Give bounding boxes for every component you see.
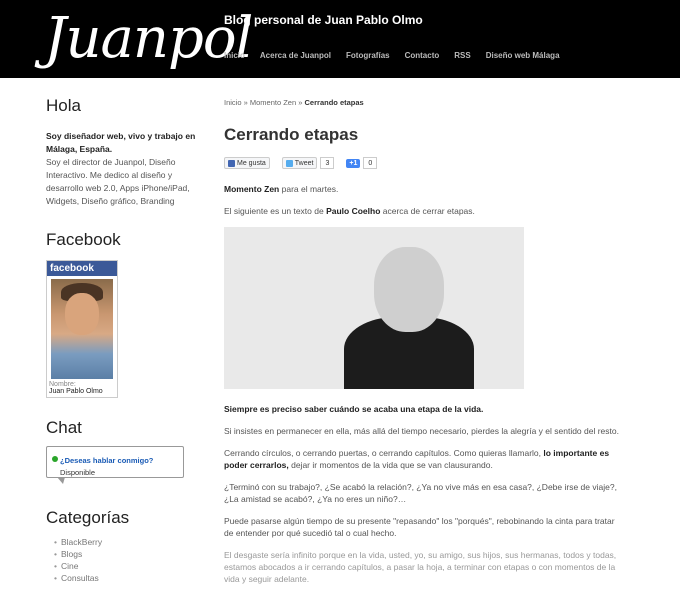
category-item[interactable]: Consultas — [54, 572, 196, 584]
fb-name-value[interactable]: Juan Pablo Olmo — [47, 388, 117, 397]
facebook-badge-header: facebook — [47, 261, 117, 276]
author-name: Paulo Coelho — [326, 206, 381, 216]
nav-inicio[interactable]: Inicio — [224, 51, 245, 60]
intro-text: Soy el director de Juanpol, Diseño Inter… — [46, 157, 190, 206]
categorias-heading: Categorías — [46, 508, 130, 527]
breadcrumb-category[interactable]: Momento Zen — [250, 98, 296, 107]
main-nav: Inicio Acerca de Juanpol Fotografías Con… — [224, 51, 575, 60]
breadcrumb-current: Cerrando etapas — [304, 98, 364, 107]
chat-bubble-tail — [57, 477, 65, 484]
plus-one-button[interactable]: +1 — [346, 158, 361, 168]
facebook-heading: Facebook — [46, 230, 121, 249]
like-label: Me gusta — [237, 159, 266, 167]
category-item[interactable]: BlackBerry — [54, 536, 196, 548]
tweet-label: Tweet — [294, 159, 314, 167]
tweet-group: Tweet 3 — [281, 157, 335, 169]
category-item[interactable]: Cine — [54, 560, 196, 572]
chat-heading: Chat — [46, 418, 82, 437]
tweet-count: 3 — [320, 157, 335, 169]
breadcrumb-home[interactable]: Inicio — [224, 98, 242, 107]
chat-widget[interactable]: ¿Deseas hablar conmigo? Disponible — [46, 446, 184, 484]
profile-face — [65, 293, 99, 335]
category-item[interactable]: Blogs — [54, 548, 196, 560]
paragraph-3: Siempre es preciso saber cuándo se acaba… — [224, 403, 624, 415]
site-tagline: Blog personal de Juan Pablo Olmo — [224, 13, 423, 27]
momento-zen-link[interactable]: Momento Zen — [224, 184, 279, 194]
nav-contacto[interactable]: Contacto — [405, 51, 440, 60]
paragraph-2-start: El siguiente es un texto de — [224, 206, 327, 216]
paragraph-1-text: para el martes. — [279, 184, 339, 194]
chat-link[interactable]: ¿Deseas hablar conmigo? — [60, 456, 153, 465]
facebook-icon — [228, 159, 235, 167]
nav-rss[interactable]: RSS — [454, 51, 470, 60]
plus-one-count: 0 — [363, 157, 378, 169]
paragraph-2-end: acerca de cerrar etapas. — [380, 206, 475, 216]
paragraph-4: Si insistes en permanecer en ella, más a… — [224, 426, 619, 436]
twitter-icon — [285, 159, 293, 167]
fb-name-label: Nombre: — [49, 381, 76, 388]
site-logo[interactable]: Juanpol — [44, 0, 253, 78]
facebook-like-button[interactable]: Me gusta — [224, 157, 270, 169]
breadcrumb-separator: » — [298, 98, 303, 107]
chat-status: Disponible — [60, 468, 96, 477]
paragraph-8: El desgaste sería infinito porque en la … — [224, 550, 617, 584]
post-title: Cerrando etapas — [224, 125, 359, 144]
paragraph-5: Cerrando círculos, o cerrando puertas, o… — [224, 447, 624, 471]
online-status-icon — [52, 455, 58, 462]
post-photo — [224, 227, 524, 389]
tweet-button[interactable]: Tweet — [281, 157, 318, 169]
categories-list: BlackBerry Blogs Cine Consultas — [54, 536, 196, 584]
facebook-badge[interactable]: facebook Nombre: Juan Pablo Olmo — [46, 260, 118, 398]
intro-bold: Soy diseñador web, vivo y trabajo en Mál… — [46, 131, 196, 154]
paragraph-1: Momento Zen para el martes. — [224, 183, 624, 195]
breadcrumb-separator: » — [243, 98, 248, 107]
hola-heading: Hola — [46, 96, 81, 115]
site-header: Juanpol Blog personal de Juan Pablo Olmo… — [0, 0, 680, 78]
paragraph-7: Puede pasarse algún tiempo de su present… — [224, 516, 615, 538]
plus-one-group: +1 0 — [346, 157, 378, 169]
paragraph-3-bold: Siempre es preciso saber cuándo se acaba… — [224, 404, 484, 414]
paragraph-5-end: dejar ir momentos de la vida que se van … — [288, 460, 493, 470]
nav-acerca[interactable]: Acerca de Juanpol — [260, 51, 331, 60]
profile-photo[interactable] — [51, 279, 113, 379]
nav-fotografias[interactable]: Fotografías — [346, 51, 390, 60]
main-content: Inicio » Momento Zen » Cerrando etapas C… — [224, 98, 624, 585]
paragraph-5-start: Cerrando círculos, o cerrando puertas, o… — [224, 448, 544, 458]
sidebar: Hola Soy diseñador web, vivo y trabajo e… — [46, 96, 196, 584]
nav-diseno-web[interactable]: Diseño web Málaga — [486, 51, 560, 60]
paragraph-2: El siguiente es un texto de Paulo Coelho… — [224, 205, 624, 217]
paragraph-6: ¿Terminó con su trabajo?, ¿Se acabó la r… — [224, 482, 617, 504]
photo-head — [374, 247, 444, 332]
breadcrumb: Inicio » Momento Zen » Cerrando etapas — [224, 98, 624, 107]
social-buttons: Me gusta Tweet 3 +1 0 — [224, 157, 624, 169]
